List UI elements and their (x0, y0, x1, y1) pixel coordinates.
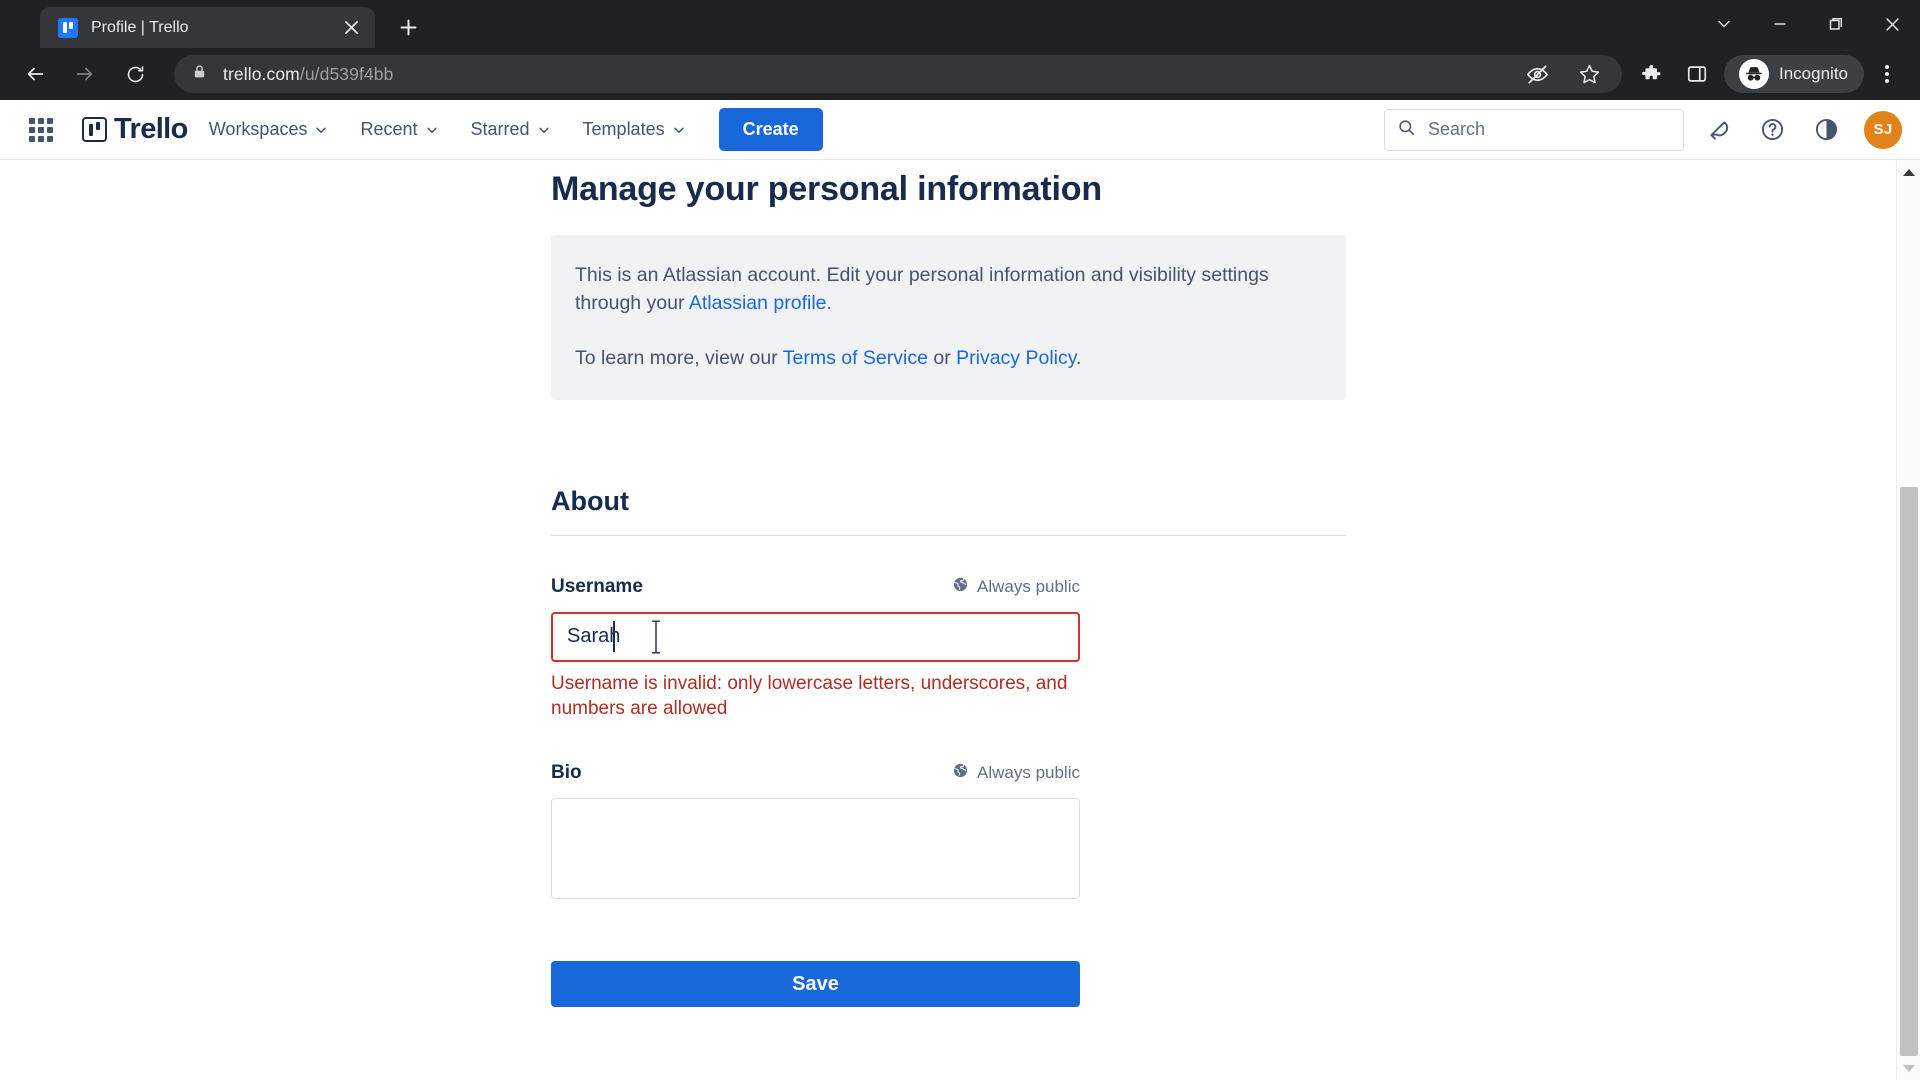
nav-label: Starred (470, 119, 530, 139)
bio-field-header: Bio Always public (551, 762, 1080, 784)
trello-app-header: Trello Workspaces Recent Starred Templat… (0, 100, 1920, 160)
username-field-header: Username Always public (551, 576, 1080, 598)
notifications-bell-icon[interactable] (1698, 110, 1738, 150)
globe-icon (952, 762, 969, 784)
minimize-icon[interactable] (1752, 0, 1808, 48)
browser-tab[interactable]: Profile | Trello (40, 7, 375, 48)
url-text: trello.com/u/d539f4bb (223, 63, 394, 84)
browser-window: Profile | Trello trello.com/u/d539f4bb I… (0, 0, 1920, 1080)
search-icon (1397, 118, 1416, 142)
nav-item-starred[interactable]: Starred (460, 111, 562, 148)
visibility-label: Always public (977, 763, 1080, 783)
browser-titlebar: Profile | Trello (0, 0, 1920, 48)
scrollbar-track[interactable] (1897, 184, 1920, 1056)
username-label: Username (551, 575, 643, 597)
scrollbar-thumb[interactable] (1899, 487, 1918, 1056)
bio-textarea[interactable] (551, 798, 1080, 900)
close-icon[interactable] (1864, 0, 1920, 48)
browser-toolbar: trello.com/u/d539f4bb Incognito (0, 48, 1920, 100)
maximize-icon[interactable] (1808, 0, 1864, 48)
tab-title: Profile | Trello (91, 18, 189, 36)
terms-of-service-link[interactable]: Terms of Service (783, 347, 928, 369)
chevron-down-icon (538, 127, 549, 133)
username-input-wrap (551, 611, 1080, 662)
tab-search-chevron-down-icon[interactable] (1696, 0, 1752, 48)
scroll-down-arrow[interactable] (1897, 1056, 1920, 1080)
window-controls (1696, 0, 1920, 48)
search-box[interactable] (1384, 108, 1684, 151)
bookmark-star-icon[interactable] (1570, 55, 1608, 93)
trello-logo[interactable]: Trello (82, 113, 188, 146)
incognito-avatar-icon (1739, 59, 1769, 89)
bio-field-group: Bio Always public (551, 762, 1080, 900)
ibeam-cursor (649, 620, 663, 659)
info-text-2: To learn more, view our (575, 346, 783, 369)
info-line-2: To learn more, view our Terms of Service… (575, 344, 1322, 372)
info-text-2-mid: or (927, 346, 957, 369)
extensions-puzzle-icon[interactable] (1632, 55, 1670, 93)
info-text-1-end: . (826, 292, 832, 315)
profile-content: Manage your personal information This is… (0, 160, 1920, 1008)
trello-mark-icon (82, 117, 107, 142)
tab-close-icon[interactable] (337, 14, 365, 42)
page-scrollbar[interactable] (1896, 160, 1920, 1080)
nav-item-templates[interactable]: Templates (572, 111, 697, 148)
user-avatar[interactable]: SJ (1864, 110, 1902, 149)
forward-arrow-icon (65, 54, 105, 94)
help-question-icon[interactable] (1752, 110, 1792, 150)
profile-incognito-pill[interactable]: Incognito (1724, 55, 1864, 93)
create-button[interactable]: Create (718, 108, 823, 151)
chevron-down-icon (316, 127, 327, 133)
back-arrow-icon[interactable] (15, 54, 55, 94)
username-visibility: Always public (952, 576, 1080, 598)
app-header-right: SJ (1384, 108, 1902, 151)
info-line-1: This is an Atlassian account. Edit your … (575, 261, 1322, 318)
three-dot-menu-icon[interactable] (1868, 55, 1906, 93)
nav-item-workspaces[interactable]: Workspaces (198, 111, 340, 148)
side-panel-icon[interactable] (1678, 55, 1716, 93)
username-error-message: Username is invalid: only lowercase lett… (551, 672, 1068, 720)
nav-label: Workspaces (208, 119, 308, 139)
lock-icon[interactable] (192, 64, 207, 84)
trello-favicon-icon (58, 17, 78, 38)
theme-contrast-icon[interactable] (1806, 110, 1846, 150)
atlassian-profile-link[interactable]: Atlassian profile (689, 292, 827, 314)
address-bar[interactable]: trello.com/u/d539f4bb (174, 55, 1622, 93)
page-title: Manage your personal information (551, 170, 1102, 208)
eye-slash-icon[interactable] (1518, 55, 1556, 93)
nav-item-recent[interactable]: Recent (349, 111, 449, 148)
brand-text: Trello (114, 113, 188, 145)
chevron-down-icon (426, 127, 437, 133)
chevron-down-icon (673, 127, 684, 133)
reload-icon[interactable] (115, 54, 155, 94)
visibility-label: Always public (977, 576, 1080, 596)
globe-icon (952, 576, 969, 598)
info-text-2-end: . (1076, 346, 1082, 369)
username-input[interactable] (551, 611, 1080, 662)
page-viewport: Trello Workspaces Recent Starred Templat… (0, 100, 1920, 1080)
bio-visibility: Always public (952, 762, 1080, 784)
account-info-box: This is an Atlassian account. Edit your … (551, 235, 1346, 400)
nav-label: Recent (360, 119, 418, 139)
about-section-title: About (551, 486, 1346, 536)
text-caret (613, 620, 615, 652)
apps-grid-icon[interactable] (26, 115, 56, 145)
profile-label: Incognito (1779, 64, 1848, 83)
username-field-group: Username Always public Sarah Username is… (551, 576, 1080, 722)
save-button[interactable]: Save (551, 961, 1080, 1008)
new-tab-button[interactable] (391, 10, 425, 44)
info-text-1: This is an Atlassian account. Edit your … (575, 264, 1269, 315)
privacy-policy-link[interactable]: Privacy Policy (956, 347, 1076, 369)
scroll-up-arrow[interactable] (1897, 160, 1920, 184)
content-scroll-area: Manage your personal information This is… (0, 160, 1920, 1080)
nav-label: Templates (582, 119, 665, 139)
bio-label: Bio (551, 762, 582, 784)
search-input[interactable] (1428, 119, 1671, 140)
